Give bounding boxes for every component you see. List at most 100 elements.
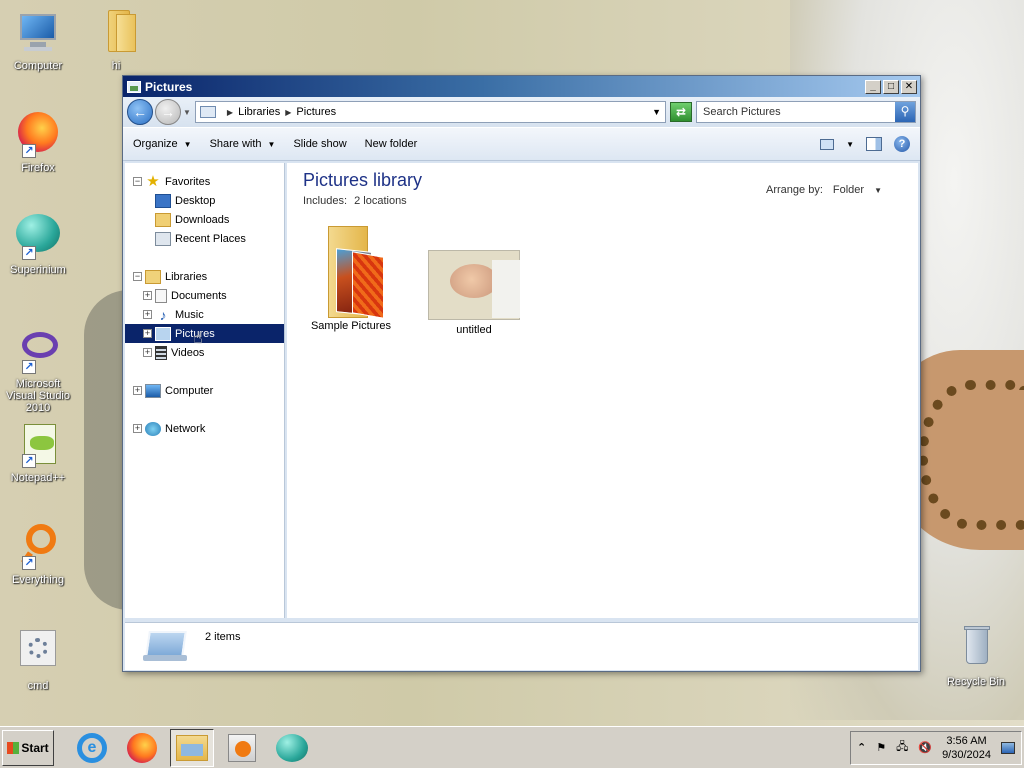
collapse-icon[interactable]: − — [133, 272, 142, 281]
tree-item-videos[interactable]: + Videos — [125, 343, 284, 362]
desktop-icon-visual-studio[interactable]: ↗ Microsoft Visual Studio 2010 — [0, 326, 76, 414]
documents-icon — [155, 288, 167, 303]
tree-libraries[interactable]: − Libraries — [125, 267, 284, 286]
start-button[interactable]: Start — [2, 729, 54, 766]
shortcut-arrow-icon: ↗ — [22, 556, 36, 570]
desktop-icon-notepadpp[interactable]: ↗ Notepad++ — [0, 420, 76, 484]
change-view-icon[interactable] — [820, 138, 835, 150]
expand-icon[interactable]: + — [133, 424, 142, 433]
pictures-window-icon — [127, 80, 141, 93]
library-title: Pictures library — [303, 170, 423, 190]
network-tray-icon[interactable]: 🖧 — [896, 738, 908, 757]
share-with-button[interactable]: Share with ▼ — [210, 138, 276, 150]
preview-pane-icon[interactable] — [866, 137, 882, 151]
search-input[interactable]: Search Pictures ⚲ — [696, 101, 916, 123]
visual-studio-icon: ↗ — [14, 326, 62, 374]
new-folder-button[interactable]: New folder — [365, 138, 418, 150]
show-hidden-icons-chevron-icon[interactable]: ⌃ — [857, 741, 866, 754]
slide-show-button[interactable]: Slide show — [293, 138, 346, 150]
desktop-icon-hi-folder[interactable]: hi — [78, 8, 154, 72]
tree-favorites[interactable]: − ★ Favorites — [125, 172, 284, 191]
tree-item-documents[interactable]: + Documents — [125, 286, 284, 305]
forward-button[interactable]: → — [155, 99, 181, 125]
minimize-button[interactable]: _ — [865, 79, 881, 94]
breadcrumb-libraries[interactable]: Libraries — [238, 106, 280, 118]
tree-item-pictures[interactable]: + Pictures ☝ — [125, 324, 284, 347]
taskbar-explorer[interactable] — [170, 728, 214, 767]
file-item-sample-pictures[interactable]: Sample Pictures — [301, 224, 401, 332]
pictures-icon — [155, 326, 171, 341]
internet-explorer-icon: e — [77, 732, 107, 763]
notepadpp-icon: ↗ — [14, 420, 62, 468]
locations-link[interactable]: 2 locations — [354, 195, 407, 207]
help-icon[interactable]: ? — [894, 136, 910, 152]
organize-button[interactable]: Organize ▼ — [133, 138, 192, 150]
recent-pages-dropdown-icon[interactable]: ▼ — [183, 108, 191, 117]
expand-icon[interactable]: + — [143, 310, 152, 319]
pictures-library-large-icon — [143, 631, 189, 665]
desktop-icon-cmd[interactable]: cmd — [0, 628, 76, 692]
windows-logo-icon — [7, 741, 20, 754]
cmd-icon — [14, 628, 62, 676]
tree-network[interactable]: + Network — [125, 419, 284, 438]
shortcut-arrow-icon: ↗ — [22, 246, 36, 260]
library-includes: Includes: 2 locations — [303, 195, 407, 207]
collapse-icon[interactable]: − — [133, 177, 142, 186]
tree-item-music[interactable]: + ♪ Music — [125, 305, 284, 324]
taskbar-firefox[interactable] — [120, 729, 164, 767]
taskbar-superinium[interactable] — [270, 729, 314, 767]
breadcrumb-chevron-icon[interactable]: ▶ — [227, 108, 233, 117]
expand-icon[interactable]: + — [143, 329, 152, 338]
chevron-down-icon: ▼ — [267, 139, 276, 149]
folder-icon — [92, 8, 140, 56]
tree-item-recent-places[interactable]: Recent Places — [125, 229, 284, 248]
search-icon[interactable]: ⚲ — [895, 102, 915, 122]
chevron-down-icon: ▼ — [183, 139, 192, 149]
arrange-by: Arrange by: Folder ▼ — [766, 184, 882, 196]
show-desktop-icon[interactable] — [1001, 741, 1015, 754]
desktop-icon-firefox[interactable]: ↗ Firefox — [0, 110, 76, 174]
tree-computer[interactable]: + Computer — [125, 381, 284, 400]
desktop-icon — [155, 193, 171, 208]
desktop-icon-computer[interactable]: Computer — [0, 8, 76, 72]
back-button[interactable]: ← — [127, 99, 153, 125]
computer-small-icon — [145, 383, 161, 398]
refresh-button[interactable]: ⇄ — [670, 102, 692, 122]
clock[interactable]: 3:56 AM 9/30/2024 — [942, 734, 991, 762]
desktop-icon-everything[interactable]: ↗ Everything — [0, 522, 76, 586]
volume-muted-icon[interactable]: 🔇 — [918, 741, 932, 754]
breadcrumb-pictures[interactable]: Pictures — [296, 106, 336, 118]
recycle-bin-icon — [952, 624, 1000, 672]
expand-icon[interactable]: + — [133, 386, 142, 395]
expand-icon[interactable]: + — [143, 291, 152, 300]
maximize-button[interactable]: □ — [883, 79, 899, 94]
close-button[interactable]: ✕ — [901, 79, 917, 94]
downloads-icon — [155, 212, 171, 227]
firefox-icon: ↗ — [14, 110, 62, 158]
network-icon — [145, 421, 161, 436]
explorer-window: Pictures _ □ ✕ ← → ▼ ▶ Libraries ▶ Pictu… — [122, 75, 921, 672]
window-titlebar[interactable]: Pictures _ □ ✕ — [123, 76, 920, 97]
desktop-icon-superinium[interactable]: ↗ Superinium — [0, 212, 76, 276]
address-bar[interactable]: ▶ Libraries ▶ Pictures ▼ — [194, 101, 666, 123]
breadcrumb-chevron-icon[interactable]: ▶ — [285, 108, 291, 117]
taskbar-internet-explorer[interactable]: e — [70, 729, 114, 767]
file-item-untitled[interactable]: untitled — [424, 250, 524, 336]
everything-icon: ↗ — [14, 522, 62, 570]
expand-icon[interactable]: + — [143, 348, 152, 357]
view-options-chevron-down-icon[interactable]: ▼ — [846, 140, 854, 149]
chevron-down-icon[interactable]: ▼ — [874, 186, 882, 195]
wallpaper-beads — [918, 380, 1024, 530]
taskbar-media-player[interactable] — [220, 729, 264, 767]
navigation-pane: − ★ Favorites Desktop Downloads Recent P… — [125, 163, 285, 618]
taskbar: Start e ⌃ ⚑ 🖧 🔇 3:56 AM 9/30/2024 — [0, 726, 1024, 768]
music-note-icon: ♪ — [159, 306, 167, 323]
action-center-flag-icon[interactable]: ⚑ — [876, 741, 886, 754]
tree-item-desktop[interactable]: Desktop — [125, 191, 284, 210]
address-dropdown-icon[interactable]: ▼ — [652, 107, 661, 117]
tree-item-downloads[interactable]: Downloads — [125, 210, 284, 229]
desktop-icon-recycle-bin[interactable]: Recycle Bin — [938, 624, 1014, 688]
image-thumbnail — [428, 250, 520, 320]
arrange-by-dropdown[interactable]: Folder — [833, 184, 864, 196]
libraries-icon — [145, 269, 161, 284]
